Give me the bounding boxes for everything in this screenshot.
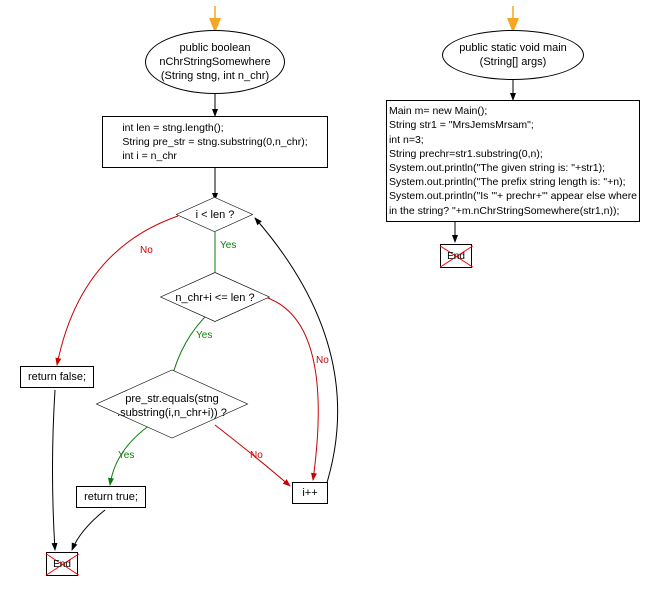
fn1-cond3-text: pre_str.equals(stng .substring(i,n_chr+i… (117, 392, 227, 421)
fn1-inc: i++ (292, 482, 328, 504)
fn1-cond2: n_chr+i <= len ? (158, 278, 272, 318)
fn2-start-node: public static void main (String[] args) (442, 30, 584, 80)
fn1-return-false-text: return false; (28, 370, 86, 384)
fn1-return-true: return true; (76, 486, 146, 508)
fn2-end-text: End (447, 250, 465, 263)
label-yes-2: Yes (196, 330, 212, 341)
fn1-cond2-text: n_chr+i <= len ? (175, 291, 254, 305)
label-yes-3: Yes (118, 450, 134, 461)
fn1-end: End (46, 552, 78, 576)
fn2-body-text: Main m= new Main(); String str1 = "MrsJe… (389, 104, 637, 217)
fn1-start-node: public boolean nChrStringSomewhere (Stri… (145, 30, 285, 94)
label-no-2: No (316, 355, 329, 366)
fn1-inc-text: i++ (302, 486, 317, 500)
fn1-cond1-text: i < len ? (196, 208, 235, 222)
fn2-end: End (440, 244, 472, 268)
fn1-start-text: public boolean nChrStringSomewhere (Stri… (159, 41, 270, 84)
fn1-end-text: End (53, 558, 71, 571)
label-no-1: No (140, 245, 153, 256)
label-yes-1: Yes (220, 240, 236, 251)
fn1-init-node: int len = stng.length(); String pre_str … (102, 116, 328, 168)
fn1-return-false: return false; (20, 366, 94, 388)
fn1-cond1: i < len ? (177, 195, 253, 235)
fn1-return-true-text: return true; (84, 490, 138, 504)
fn2-body-node: Main m= new Main(); String str1 = "MrsJe… (386, 100, 640, 222)
fn1-init-text: int len = stng.length(); String pre_str … (122, 121, 307, 164)
fn1-cond3: pre_str.equals(stng .substring(i,n_chr+i… (92, 380, 252, 432)
label-no-3: No (250, 450, 263, 461)
fn2-start-text: public static void main (String[] args) (459, 41, 567, 70)
